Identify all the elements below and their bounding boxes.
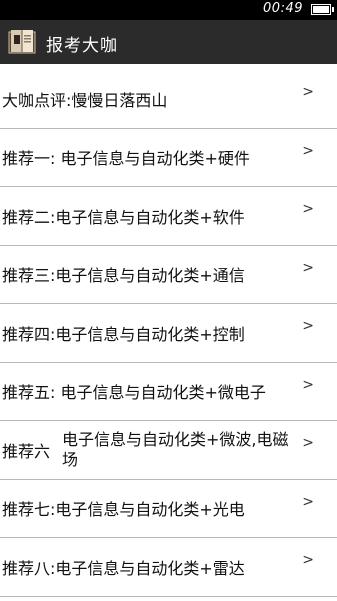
chevron-right-icon: > (302, 318, 314, 334)
list-item-label: 推荐二:电子信息与自动化类+软件 (2, 207, 245, 227)
list-item-recommend-4[interactable]: 推荐四:电子信息与自动化类+控制 > (0, 304, 337, 363)
chevron-right-icon: > (302, 435, 314, 451)
list-item-expert-review[interactable]: 大咖点评:慢慢日落西山 > (0, 70, 337, 129)
chevron-right-icon: > (302, 376, 314, 393)
chevron-right-icon: > (302, 201, 314, 217)
list-item-label: 推荐七:电子信息与自动化类+光电 (2, 500, 245, 520)
status-bar: 00:49 (0, 0, 337, 20)
status-time: 00:49 (263, 1, 303, 16)
battery-icon (311, 4, 331, 15)
list-item-recommend-3[interactable]: 推荐三:电子信息与自动化类+通信 > (0, 246, 337, 304)
list-item-label: 推荐四:电子信息与自动化类+控制 (2, 324, 245, 344)
list-item-trail: 电子信息与自动化类+微波,电磁场 (62, 429, 289, 469)
list-item-label: 推荐五: 电子信息与自动化类+微电子 (2, 383, 266, 403)
list-item-label: 推荐三:电子信息与自动化类+通信 (2, 266, 245, 286)
list-item-recommend-2[interactable]: 推荐二:电子信息与自动化类+软件 > (0, 187, 337, 246)
book-icon[interactable] (8, 29, 36, 55)
chevron-right-icon: > (302, 493, 314, 510)
recommendation-list: 大咖点评:慢慢日落西山 > 推荐一: 电子信息与自动化类+硬件 > 推荐二:电子… (0, 70, 337, 597)
list-item-recommend-8[interactable]: 推荐八:电子信息与自动化类+雷达 > (0, 538, 337, 597)
chevron-right-icon: > (302, 84, 314, 100)
chevron-right-icon: > (302, 142, 314, 159)
list-item-recommend-1[interactable]: 推荐一: 电子信息与自动化类+硬件 > (0, 129, 337, 187)
list-item-recommend-5[interactable]: 推荐五: 电子信息与自动化类+微电子 > (0, 363, 337, 421)
chevron-right-icon: > (302, 259, 314, 276)
battery-tip (332, 7, 334, 12)
list-item-recommend-7[interactable]: 推荐七:电子信息与自动化类+光电 > (0, 480, 337, 538)
chevron-right-icon: > (302, 552, 314, 568)
list-item-recommend-6[interactable]: 推荐六 电子信息与自动化类+微波,电磁场 > (0, 421, 337, 480)
list-item-lead: 推荐六 (2, 441, 51, 461)
app-bar: 报考大咖 (0, 20, 337, 64)
page-title: 报考大咖 (46, 36, 118, 56)
list-item-label: 推荐八:电子信息与自动化类+雷达 (2, 558, 245, 578)
list-item-label: 推荐一: 电子信息与自动化类+硬件 (2, 149, 250, 169)
battery-level (313, 6, 329, 13)
list-item-label: 大咖点评:慢慢日落西山 (2, 90, 168, 110)
